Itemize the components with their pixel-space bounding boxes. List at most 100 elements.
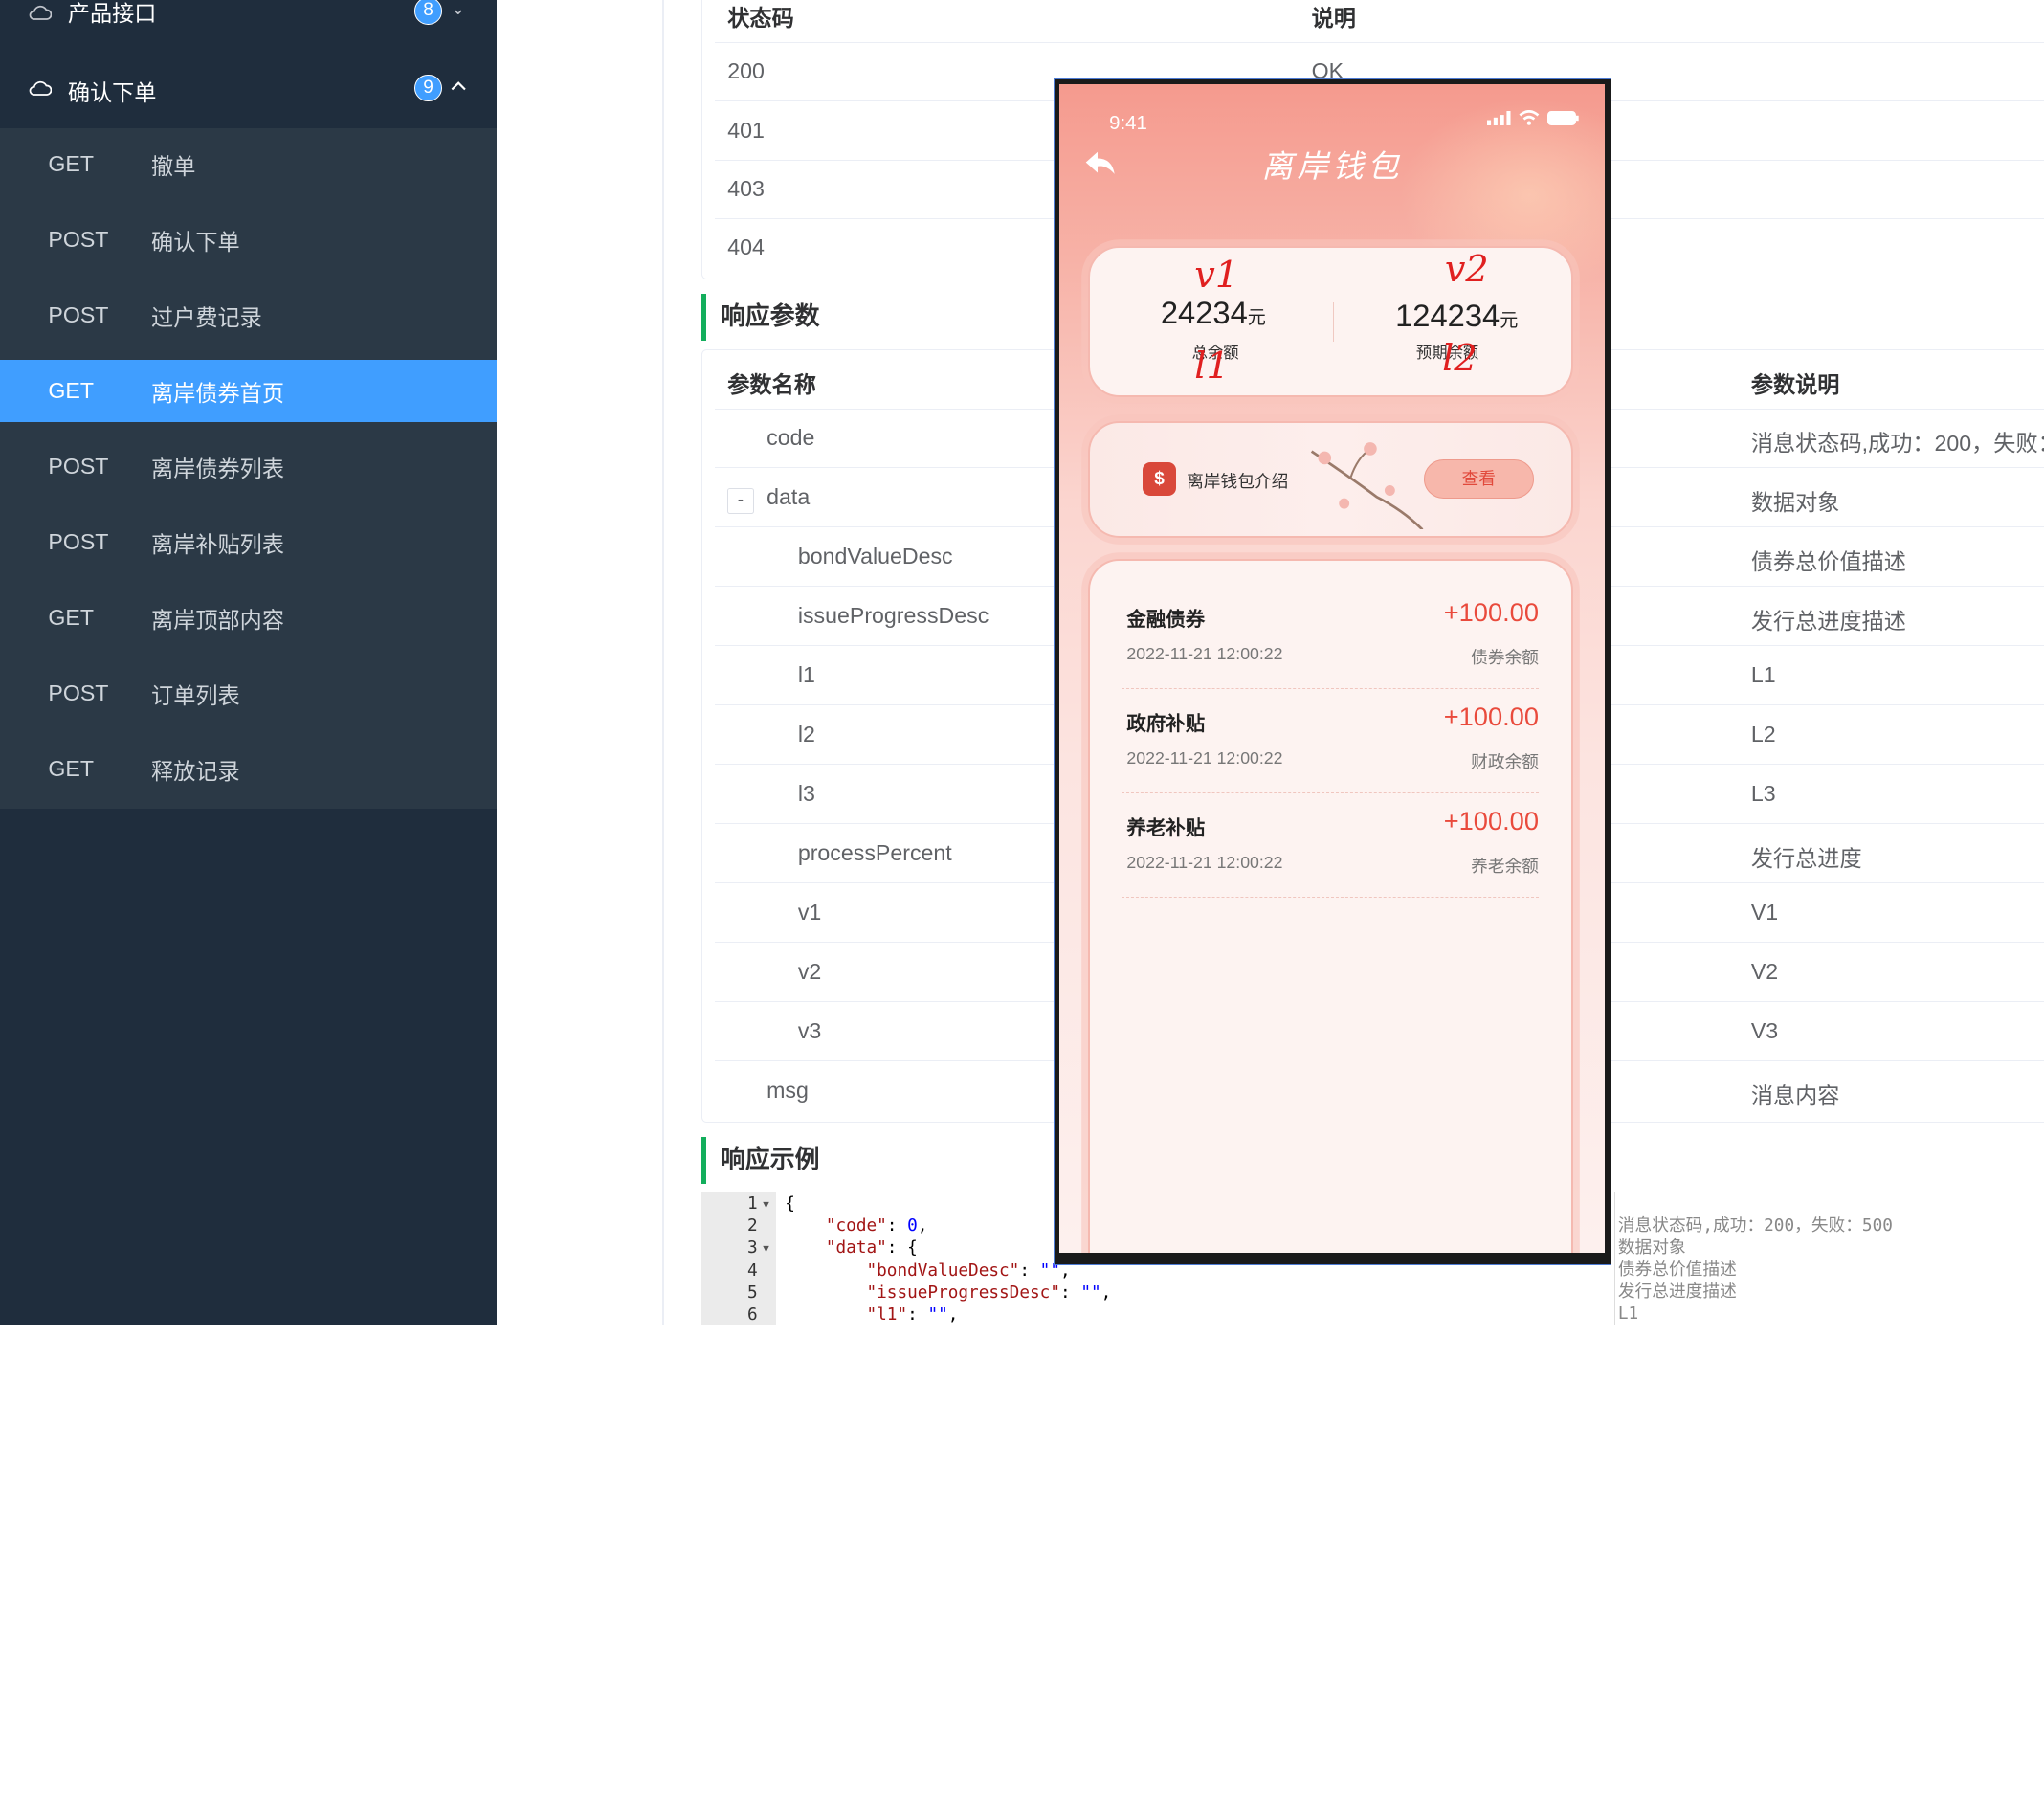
- param-name: processPercent: [797, 840, 952, 866]
- sidebar-item-label: 撤单: [151, 153, 196, 179]
- sidebar-item-transfer-fee[interactable]: POST 过户费记录: [0, 284, 497, 346]
- sidebar-item-offshore-bond-list[interactable]: POST 离岸债券列表: [0, 435, 497, 498]
- sidebar-item-offshore-top-content[interactable]: GET 离岸顶部内容: [0, 587, 497, 649]
- comment-line: L1: [1617, 1304, 1639, 1325]
- total-balance-value: 24234: [1160, 295, 1248, 331]
- method-label: POST: [48, 227, 109, 253]
- param-desc: 发行总进度描述: [1750, 609, 1906, 635]
- sidebar-item-label: 离岸债券列表: [151, 456, 284, 481]
- status-code: 404: [727, 234, 765, 260]
- param-name: issueProgressDesc: [797, 603, 989, 629]
- param-desc: 数据对象: [1750, 490, 1840, 516]
- method-label: GET: [48, 378, 95, 404]
- status-icons: [1487, 110, 1579, 126]
- code-line: "issueProgressDesc": "",: [866, 1282, 1112, 1303]
- comment-line: 消息状态码,成功：200，失败：500: [1617, 1215, 1893, 1236]
- item-title: 金融债券: [1126, 609, 1206, 631]
- item-subtitle: 财政余额: [1471, 752, 1539, 772]
- view-button[interactable]: 查看: [1424, 458, 1534, 499]
- fold-arrow-icon[interactable]: ▼: [763, 1198, 769, 1211]
- line-number: 4: [746, 1260, 758, 1281]
- sidebar-group-confirm-order[interactable]: 确认下单 9: [0, 62, 497, 115]
- comment-line: 发行总进度描述: [1617, 1282, 1737, 1303]
- sidebar-item-label: 确认下单: [151, 229, 240, 255]
- annotation-v1: v1: [1194, 253, 1239, 296]
- currency-unit: 元: [1247, 308, 1266, 329]
- balance-card: 24234元 总余额 124234元 预期余额 v1 v2 l1 l2: [1088, 246, 1574, 398]
- annotation-l2: l2: [1442, 336, 1477, 379]
- param-name: data: [766, 484, 811, 510]
- code-line: "l1": "",: [866, 1304, 959, 1325]
- signal-icon: [1487, 111, 1511, 126]
- param-name: code: [766, 425, 815, 451]
- list-item[interactable]: 政府补贴 2022-11-21 12:00:22 +100.00 财政余额: [1121, 689, 1539, 793]
- fold-arrow-icon[interactable]: ▼: [763, 1242, 769, 1255]
- status-code: 403: [727, 175, 765, 201]
- card-divider: [1332, 302, 1335, 343]
- sidebar-item-label: 离岸顶部内容: [151, 607, 284, 633]
- sidebar-item-label: 离岸债券首页: [151, 380, 284, 406]
- expected-balance-value: 124234: [1395, 297, 1500, 333]
- sidebar-item-release-records[interactable]: GET 释放记录: [0, 738, 497, 800]
- param-desc: V1: [1750, 900, 1779, 925]
- item-date: 2022-11-21 12:00:22: [1126, 853, 1283, 873]
- sidebar-item-offshore-subsidy-list[interactable]: POST 离岸补贴列表: [0, 511, 497, 573]
- method-label: GET: [48, 151, 95, 177]
- sidebar-item-order-list[interactable]: POST 订单列表: [0, 662, 497, 724]
- column-header: 说明: [1311, 6, 1356, 31]
- method-label: GET: [48, 756, 95, 782]
- cloud-icon: [29, 6, 53, 21]
- annotation-l1: l1: [1194, 344, 1230, 387]
- sidebar-item-label: 释放记录: [151, 758, 240, 784]
- method-label: POST: [48, 302, 109, 328]
- list-item[interactable]: 金融债券 2022-11-21 12:00:22 +100.00 债券余额: [1121, 585, 1539, 689]
- item-value: +100.00: [1443, 702, 1539, 732]
- item-title: 养老补贴: [1126, 817, 1206, 839]
- content-divider: [662, 0, 664, 1326]
- param-desc: V2: [1750, 959, 1779, 985]
- param-desc: V3: [1750, 1018, 1779, 1044]
- section-title-response-example: 响应示例: [701, 1137, 820, 1185]
- param-name: bondValueDesc: [797, 544, 953, 569]
- comment-line: 债券总价值描述: [1617, 1260, 1737, 1281]
- status-code: 401: [727, 117, 765, 143]
- code-comments: 消息状态码,成功：200，失败：500 数据对象 债券总价值描述 发行总进度描述…: [1618, 1215, 1893, 1326]
- sidebar-group-products[interactable]: 产品接口 8 ⌄: [0, 0, 497, 29]
- cloud-icon: [29, 81, 53, 97]
- sidebar-group-title: 产品接口: [67, 0, 157, 26]
- collapse-toggle-button[interactable]: -: [727, 487, 754, 514]
- battery-icon: [1546, 111, 1579, 126]
- code-line: {: [785, 1194, 795, 1214]
- list-item[interactable]: 养老补贴 2022-11-21 12:00:22 +100.00 养老余额: [1121, 793, 1539, 898]
- method-label: POST: [48, 529, 109, 555]
- plum-blossom-icon: [1311, 442, 1424, 530]
- code-line: "code": 0,: [825, 1216, 928, 1237]
- item-value: +100.00: [1443, 806, 1539, 836]
- param-desc: 发行总进度: [1750, 846, 1862, 872]
- param-desc: L3: [1750, 781, 1776, 807]
- param-desc: L2: [1750, 722, 1776, 747]
- line-number: 6: [746, 1304, 758, 1325]
- sidebar-menu: GET 撤单 POST 确认下单 POST 过户费记录 GET 离岸债券首页 POST 离…: [0, 127, 498, 809]
- code-separator: [1613, 1192, 1616, 1326]
- line-number: 3: [746, 1238, 758, 1259]
- param-name: v2: [797, 959, 822, 985]
- item-subtitle: 债券余额: [1471, 648, 1539, 668]
- param-desc: 消息内容: [1750, 1083, 1840, 1109]
- wallet-icon: $: [1142, 461, 1177, 496]
- column-header: 参数说明: [1750, 371, 1840, 397]
- param-name: msg: [766, 1078, 809, 1103]
- wallet-intro-card[interactable]: $ 离岸钱包介绍 查看: [1088, 420, 1574, 539]
- code-line: "bondValueDesc": "",: [866, 1260, 1071, 1281]
- count-badge: 9: [414, 74, 442, 102]
- sidebar-item-confirm-order[interactable]: POST 确认下单: [0, 209, 497, 271]
- line-number: 5: [746, 1282, 758, 1303]
- sidebar-item-offshore-bond-home[interactable]: GET 离岸债券首页: [0, 360, 498, 423]
- chevron-up-icon: [452, 81, 467, 91]
- annotation-v2: v2: [1444, 248, 1489, 291]
- item-title: 政府补贴: [1126, 713, 1206, 735]
- phone-page-title: 离岸钱包: [1261, 148, 1403, 186]
- expected-balance-amount: 124234元: [1395, 298, 1518, 334]
- line-number: 1: [746, 1194, 758, 1214]
- sidebar-item-cancel-order[interactable]: GET 撤单: [0, 133, 497, 195]
